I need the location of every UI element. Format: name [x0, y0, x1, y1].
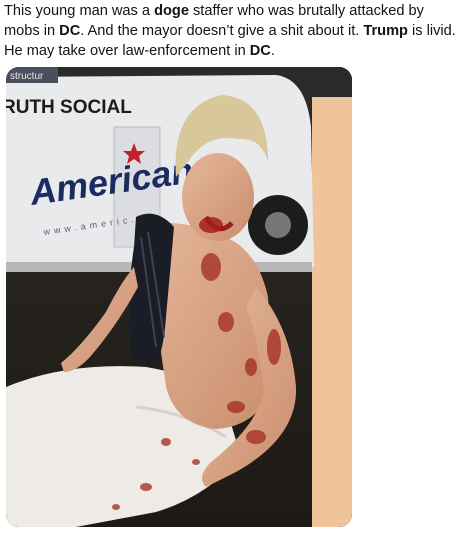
van-hubcap: [265, 212, 291, 238]
post-text-bold: doge: [154, 3, 189, 19]
post-text-run: .: [270, 43, 275, 59]
blood-on-face: [199, 217, 223, 233]
post-image[interactable]: structur RUTH SOCIAL American www.americ…: [6, 67, 352, 527]
post-text: This young man was a doge staffer who wa…: [4, 1, 460, 61]
post-text-bold: Trump: [363, 23, 408, 39]
banner-text: RUTH SOCIAL: [6, 97, 132, 118]
screen-right-edge: [312, 97, 352, 527]
post-text-run: . And the mayor doesn’t give a shit abou…: [80, 23, 364, 39]
corner-text: structur: [10, 71, 44, 82]
photo-illustration: structur RUTH SOCIAL American www.americ…: [6, 67, 352, 527]
post-text-bold: DC: [249, 43, 271, 59]
post-text-run: This young man was a: [4, 3, 155, 19]
post-text-bold: DC: [59, 23, 81, 39]
